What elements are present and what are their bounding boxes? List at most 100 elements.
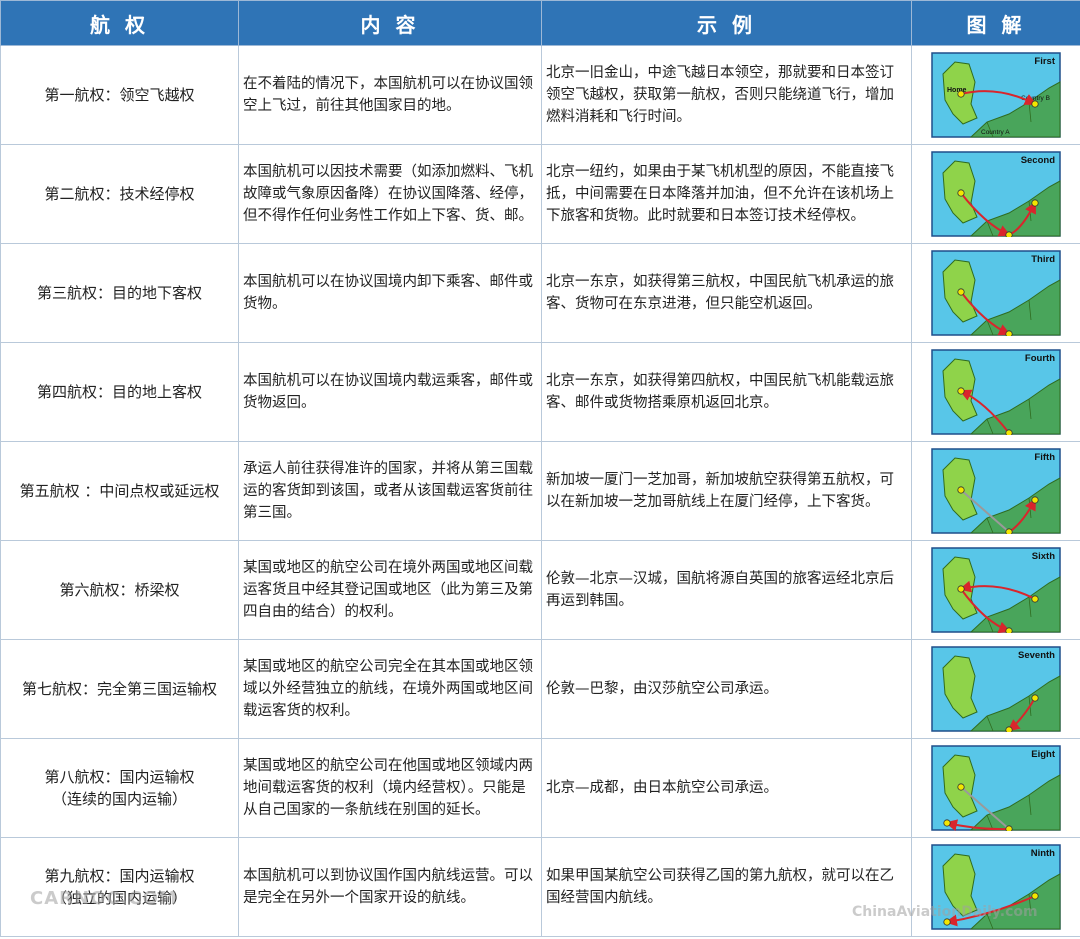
airport-dot [1005,330,1013,336]
example-cell: 北京一东京，如获得第三航权，中国民航飞机承运的旅客、货物可在东京进港，但只能空机… [541,243,912,343]
freedom-diagram: Fifth [931,448,1061,534]
right-name-cell: 第四航权：目的地上客权 [0,342,239,442]
airport-dot [1005,627,1013,633]
content-cell: 在不着陆的情况下，本国航机可以在协议国领空上飞过，前往其他国家目的地。 [238,45,542,145]
airport-dot [1031,892,1039,900]
example-cell: 北京一东京，如获得第四航权，中国民航飞机能载运旅客、邮件或货物搭乘原机返回北京。 [541,342,912,442]
diagram-cell: Second [911,144,1080,244]
airport-dot [957,90,965,98]
right-name-cell: 第九航权：国内运输权 （独立的国内运输） [0,837,239,937]
example-cell: 北京一纽约，如果由于某飞机机型的原因，不能直接飞抵，中间需要在日本降落并加油，但… [541,144,912,244]
header-row: 航 权 内 容 示 例 图 解 [0,0,1080,46]
freedom-label: First [1034,56,1055,67]
airport-dot [957,486,965,494]
right-name-cell: 第一航权：领空飞越权 [0,45,239,145]
diagram-cell: Ninth [911,837,1080,937]
right-name-cell: 第三航权：目的地下客权 [0,243,239,343]
table-row: 第三航权：目的地下客权 本国航机可以在协议国境内卸下乘客、邮件或货物。 北京一东京，… [0,243,1080,343]
table-row: 第一航权：领空飞越权 在不着陆的情况下，本国航机可以在协议国领空上飞过，前往其他国… [0,45,1080,145]
table-row: 第七航权：完全第三国运输权 某国或地区的航空公司完全在其本国或地区领域以外经营独立… [0,639,1080,739]
header-content: 内 容 [238,0,542,46]
diagram-cell: Seventh [911,639,1080,739]
right-name-cell: 第二航权：技术经停权 [0,144,239,244]
freedom-diagram: Ninth [931,844,1061,930]
airport-dot [957,387,965,395]
diagram-cell: First Home Country A Country B [911,45,1080,145]
airport-dot [1005,825,1013,831]
diagram-cell: Eight [911,738,1080,838]
right-name: 第六航权：桥梁权 [59,581,180,599]
content-cell: 承运人前往获得准许的国家，并将从第三国载运的客货卸到该国，或者从该国载运客货前往… [238,441,542,541]
example-cell: 新加坡一厦门一芝加哥，新加坡航空获得第五航权，可以在新加坡一芝加哥航线上在厦门经… [541,441,912,541]
right-name: 第七航权：完全第三国运输权 [21,680,217,698]
table-row: 第二航权：技术经停权 本国航机可以因技术需要（如添加燃料、飞机故障或气象原因备降）… [0,144,1080,244]
freedom-label: Third [1031,254,1055,265]
right-name-cell: 第八航权：国内运输权 （连续的国内运输） [0,738,239,838]
right-name-cell: 第五航权 ：中间点权或延远权 [0,441,239,541]
airport-dot [943,819,951,827]
airport-dot [1005,231,1013,237]
content-cell: 某国或地区的航空公司在境外两国或地区间载运客货且中经其登记国或地区（此为第三及第… [238,540,542,640]
right-name-cell: 第七航权：完全第三国运输权 [0,639,239,739]
airport-dot [1031,694,1039,702]
freedom-label: Fifth [1034,452,1055,463]
content-cell: 本国航机可以在协议国境内卸下乘客、邮件或货物。 [238,243,542,343]
diagram-cell: Fifth [911,441,1080,541]
freedom-label: Seventh [1018,650,1055,661]
airport-dot [1005,429,1013,435]
right-name: 第三航权：目的地下客权 [36,284,202,302]
freedom-diagram: Sixth [931,547,1061,633]
airport-dot [1005,528,1013,534]
airport-dot [1005,726,1013,732]
airport-dot [957,189,965,197]
airport-dot [1031,100,1039,108]
freedom-label: Fourth [1025,353,1055,364]
example-cell: 北京一旧金山，中途飞越日本领空，那就要和日本签订领空飞越权，获取第一航权，否则只… [541,45,912,145]
table-row: 第八航权：国内运输权 （连续的国内运输） 某国或地区的航空公司在他国或地区领域内两地… [0,738,1080,838]
freedom-diagram: FirstHomeCountry ACountry B [931,52,1061,138]
freedom-diagram: Eight [931,745,1061,831]
right-name: 第一航权：领空飞越权 [44,86,195,104]
header-example: 示 例 [541,0,912,46]
diagram-cell: Sixth [911,540,1080,640]
freedom-diagram: Seventh [931,646,1061,732]
content-cell: 某国或地区的航空公司在他国或地区领域内两地间载运客货的权利（境内经营权）。只能是… [238,738,542,838]
example-cell: 伦敦—北京—汉城，国航将源自英国的旅客运经北京后再运到韩国。 [541,540,912,640]
table-row: 第六航权：桥梁权 某国或地区的航空公司在境外两国或地区间载运客货且中经其登记国或地… [0,540,1080,640]
content-cell: 本国航机可以到协议国作国内航线运营。可以是完全在另外一个国家开设的航线。 [238,837,542,937]
airport-dot [1031,496,1039,504]
diagram-cell: Fourth [911,342,1080,442]
freedom-label: Sixth [1032,551,1055,562]
right-name: 第四航权：目的地上客权 [36,383,202,401]
freedom-diagram: Fourth [931,349,1061,435]
airport-dot [957,288,965,296]
freedom-label: Ninth [1031,848,1055,859]
freedom-label: Eight [1031,749,1056,760]
content-cell: 某国或地区的航空公司完全在其本国或地区领域以外经营独立的航线，在境外两国或地区间… [238,639,542,739]
right-name: （独立的国内运输） [51,889,187,907]
diagram-cell: Third [911,243,1080,343]
header-rights: 航 权 [0,0,239,46]
content-cell: 本国航机可以因技术需要（如添加燃料、飞机故障或气象原因备降）在协议国降落、经停，… [238,144,542,244]
airport-dot [957,783,965,791]
right-name-cell: 第六航权：桥梁权 [0,540,239,640]
right-name: 第五航权 ：中间点权或延远权 [19,482,220,500]
right-name: 第九航权：国内运输权 [44,867,195,885]
table-row: 第五航权 ：中间点权或延远权 承运人前往获得准许的国家，并将从第三国载运的客货卸到… [0,441,1080,541]
freedom-label: Second [1021,155,1056,166]
table-row: 第九航权：国内运输权 （独立的国内运输） 本国航机可以到协议国作国内航线运营。可以是… [0,837,1080,937]
country-a-label: Country A [981,129,1010,136]
example-cell: 如果甲国某航空公司获得乙国的第九航权，就可以在乙国经营国内航线。 [541,837,912,937]
airport-dot [957,585,965,593]
airport-dot [1031,199,1039,207]
header-diagram: 图 解 [911,0,1080,46]
content-cell: 本国航机可以在协议国境内载运乘客，邮件或货物返回。 [238,342,542,442]
right-name: 第二航权：技术经停权 [44,185,195,203]
air-traffic-rights-table: 航 权 内 容 示 例 图 解 第一航权：领空飞越权 在不着陆的情况下，本国航机可… [0,0,1080,937]
right-name: 第八航权：国内运输权 [44,768,195,786]
freedom-diagram: Second [931,151,1061,237]
airport-dot [1031,595,1039,603]
table-row: 第四航权：目的地上客权 本国航机可以在协议国境内载运乘客，邮件或货物返回。 北京一东… [0,342,1080,442]
example-cell: 北京—成都，由日本航空公司承运。 [541,738,912,838]
right-name: （连续的国内运输） [51,790,187,808]
